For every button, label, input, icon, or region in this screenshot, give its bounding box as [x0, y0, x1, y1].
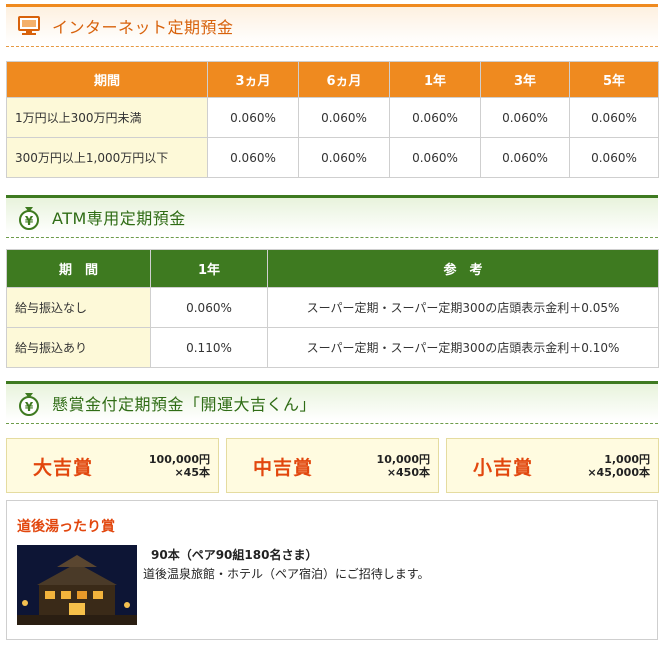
divider: [6, 237, 658, 238]
rate-cell: 0.060%: [207, 137, 299, 178]
rate-cell: 0.060%: [480, 137, 570, 178]
section-title: インターネット定期預金: [52, 17, 234, 37]
computer-monitor-icon: [16, 13, 42, 39]
rate-cell: 0.060%: [480, 97, 570, 138]
yen-money-bag-icon: ¥: [16, 204, 42, 230]
prize-value: 1,000円: [604, 453, 650, 466]
note-cell: スーパー定期・スーパー定期300の店頭表示金利＋0.05%: [267, 287, 659, 328]
rate-cell: 0.060%: [150, 287, 268, 328]
prize-amount: 10,000円 ×450本: [377, 453, 430, 479]
dogo-prize-description: 道後温泉旅館・ホテル（ペア宿泊）にご招待します。: [143, 567, 430, 581]
svg-text:¥: ¥: [25, 214, 34, 228]
dogo-onsen-photo: [17, 545, 137, 625]
column-header: 参 考: [267, 249, 659, 288]
dogo-prize-title: 道後湯ったり賞: [17, 519, 115, 535]
rate-cell: 0.060%: [389, 97, 481, 138]
atm-deposit-header: ¥ ATM専用定期預金: [6, 195, 658, 235]
prize-name: 中吉賞: [253, 457, 314, 479]
table-row: 1万円以上300万円未満 0.060% 0.060% 0.060% 0.060%…: [6, 97, 659, 138]
prize-name: 小吉賞: [473, 457, 534, 479]
prize-box-shokichi: 小吉賞 1,000円 ×45,000本: [446, 438, 659, 493]
prize-value: 10,000円: [376, 453, 430, 466]
atm-rate-table: 期 間 1年 参 考 給与振込なし 0.060% スーパー定期・スーパー定期30…: [6, 249, 659, 368]
column-header: 5年: [569, 61, 659, 98]
prize-name: 大吉賞: [33, 457, 94, 479]
divider: [6, 46, 658, 47]
rate-cell: 0.060%: [298, 137, 390, 178]
row-label: 給与振込なし: [6, 287, 151, 328]
prize-amount: 1,000円 ×45,000本: [587, 453, 650, 479]
svg-text:¥: ¥: [25, 400, 34, 414]
prize-box-daikichi: 大吉賞 100,000円 ×45本: [6, 438, 219, 493]
prize-value: 100,000円: [148, 453, 210, 466]
table-header-row: 期間 3ヵ月 6ヵ月 1年 3年 5年: [6, 61, 659, 98]
column-header: 3ヵ月: [207, 61, 299, 98]
rate-cell: 0.060%: [569, 137, 659, 178]
section-title: ATM専用定期預金: [52, 208, 186, 228]
internet-deposit-header: インターネット定期預金: [6, 4, 658, 44]
yen-money-bag-icon: ¥: [16, 390, 42, 416]
table-header-row: 期 間 1年 参 考: [6, 249, 659, 288]
rate-cell: 0.110%: [150, 327, 268, 368]
column-header: 期 間: [6, 249, 151, 288]
column-header: 6ヵ月: [298, 61, 390, 98]
prize-count: ×45,000本: [587, 466, 650, 479]
column-header: 3年: [480, 61, 570, 98]
internet-rate-table: 期間 3ヵ月 6ヵ月 1年 3年 5年 1万円以上300万円未満 0.060% …: [6, 61, 659, 178]
prize-count: ×45本: [174, 466, 210, 479]
rate-cell: 0.060%: [298, 97, 390, 138]
row-label: 給与振込あり: [6, 327, 151, 368]
divider: [6, 423, 658, 424]
dogo-prize-box: 道後湯ったり賞 90本（ペア90組180名さま） 道後温泉旅館・ホテル（ペア宿泊…: [6, 500, 658, 640]
prize-deposit-header: ¥ 懸賞金付定期預金「開運大吉くん」: [6, 381, 658, 421]
rate-cell: 0.060%: [569, 97, 659, 138]
section-title: 懸賞金付定期預金「開運大吉くん」: [52, 394, 317, 414]
rate-cell: 0.060%: [389, 137, 481, 178]
table-row: 給与振込あり 0.110% スーパー定期・スーパー定期300の店頭表示金利＋0.…: [6, 327, 659, 368]
rate-cell: 0.060%: [207, 97, 299, 138]
prize-amount: 100,000円 ×45本: [149, 453, 210, 479]
prize-count: ×450本: [386, 466, 430, 479]
prize-box-chukichi: 中吉賞 10,000円 ×450本: [226, 438, 439, 493]
row-label: 1万円以上300万円未満: [6, 97, 208, 138]
dogo-prize-count: 90本（ペア90組180名さま）: [151, 548, 318, 562]
row-label: 300万円以上1,000万円以下: [6, 137, 208, 178]
column-header: 1年: [389, 61, 481, 98]
table-row: 300万円以上1,000万円以下 0.060% 0.060% 0.060% 0.…: [6, 137, 659, 178]
note-cell: スーパー定期・スーパー定期300の店頭表示金利＋0.10%: [267, 327, 659, 368]
column-header: 期間: [6, 61, 208, 98]
table-row: 給与振込なし 0.060% スーパー定期・スーパー定期300の店頭表示金利＋0.…: [6, 287, 659, 328]
column-header: 1年: [150, 249, 268, 288]
